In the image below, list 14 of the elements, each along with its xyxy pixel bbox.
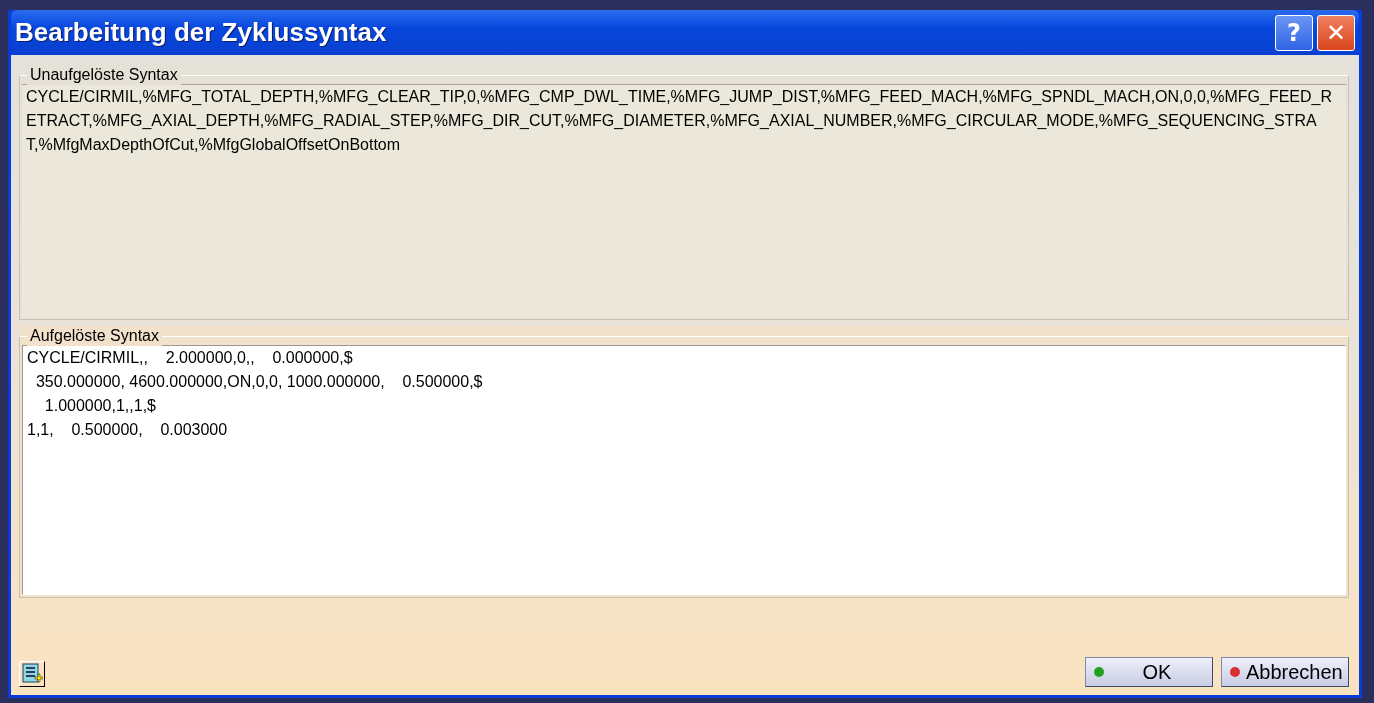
resolved-syntax-field[interactable]: CYCLE/CIRMIL,, 2.000000,0,, 0.000000,$ 350.000000, 4600.000000,ON,0,0, 1000.000000, 0.500000,$ 1.000000,1,,1,$ 1,1, 0.500000, 0.003000 xyxy=(22,345,1346,595)
cancel-button[interactable]: Abbrechen xyxy=(1221,657,1349,687)
syntax-line: 1.000000,1,,1,$ xyxy=(43,396,157,416)
document-plus-icon xyxy=(21,663,43,685)
unresolved-syntax-text: CYCLE/CIRMIL,%MFG_TOTAL_DEPTH,%MFG_CLEAR_TIP,0,%MFG_CMP_DWL_TIME,%MFG_JUMP_DIST,%MFG_FEED_MACH,%MFG_SPNDL_MACH,ON,0,0,%MFG_FEED_RETRACT,%MFG_AXIAL_DEPTH,%MFG_RADIAL_STEP,%MFG_DIR_CUT,%MFG_DIAMETER,%MFG_AXIAL_NUMBER,%MFG_CIRCULAR_MODE,%MFG_SEQUENCING_STRAT,%MfgMaxDepthOfCut,%MfgGlobalOffsetOnBottom xyxy=(22,84,1346,317)
group-label: Unaufgelöste Syntax xyxy=(27,65,181,85)
syntax-line: 350.000000, 4600.000000,ON,0,0, 1000.000000, 0.500000,$ xyxy=(34,372,484,392)
syntax-line: CYCLE/CIRMIL,, 2.000000,0,, 0.000000,$ xyxy=(27,348,354,368)
edit-document-button[interactable] xyxy=(19,661,45,687)
ok-button[interactable]: OK xyxy=(1085,657,1213,687)
window-title: Bearbeitung der Zyklussyntax xyxy=(15,17,388,48)
help-button[interactable]: ? xyxy=(1275,14,1313,51)
group-label: Aufgelöste Syntax xyxy=(27,326,162,346)
syntax-line: 1,1, 0.500000, 0.003000 xyxy=(27,420,229,440)
